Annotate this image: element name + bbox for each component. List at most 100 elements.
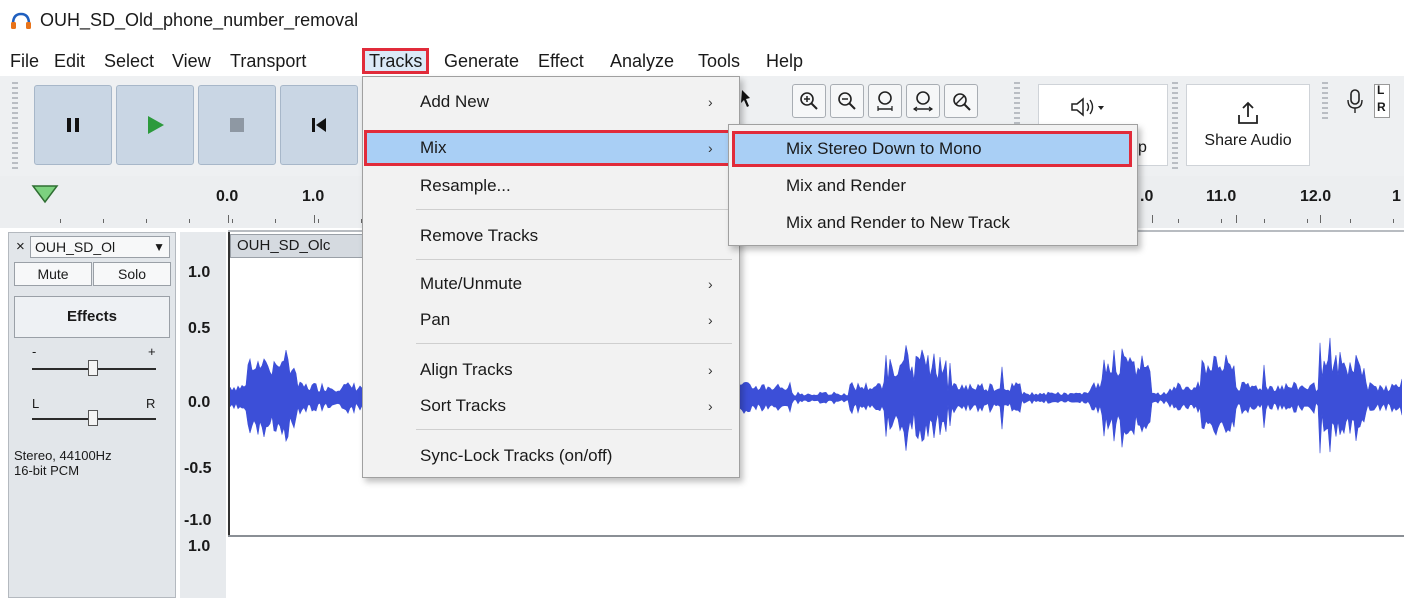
menu-item-mute-unmute[interactable]: Mute/Unmute › — [364, 266, 738, 302]
microphone-icon[interactable] — [1346, 88, 1364, 114]
chevron-right-icon: › — [708, 398, 713, 414]
ruler-minor-tick — [1264, 219, 1265, 223]
menu-item-label: Align Tracks — [420, 360, 513, 379]
menu-item-label: Mix and Render to New Track — [786, 213, 1010, 232]
vruler-label: 0.0 — [188, 394, 211, 411]
ruler-minor-tick — [189, 219, 190, 223]
skip-to-start-icon — [312, 118, 326, 132]
clip-name[interactable]: OUH_SD_Olc — [230, 234, 370, 258]
track-name: OUH_SD_Ol — [35, 239, 116, 255]
vruler-label: 1.0 — [188, 264, 211, 281]
zoom-out-button[interactable] — [830, 84, 864, 118]
toolbar-grip[interactable] — [12, 82, 18, 170]
menu-item-label: Mute/Unmute — [420, 274, 523, 293]
ruler-minor-tick — [1178, 219, 1179, 223]
menu-item-label: Resample... — [420, 176, 511, 195]
skip-to-start-button[interactable] — [280, 85, 358, 165]
menu-separator — [416, 343, 732, 344]
window-title: OUH_SD_Old_phone_number_removal — [40, 10, 359, 30]
toolbar-grip[interactable] — [1322, 82, 1328, 122]
fit-project-button[interactable] — [906, 84, 940, 118]
ruler-minor-tick — [103, 219, 104, 223]
share-audio-label: Share Audio — [1204, 132, 1292, 149]
menu-item-pan[interactable]: Pan › — [364, 302, 738, 338]
menu-item-label: Sort Tracks — [420, 396, 506, 415]
play-button[interactable] — [116, 85, 194, 165]
menu-item-remove-tracks[interactable]: Remove Tracks — [364, 218, 738, 254]
menu-item-sync-lock-tracks[interactable]: Sync-Lock Tracks (on/off) — [364, 438, 738, 474]
menu-item-label: Mix Stereo Down to Mono — [786, 139, 982, 158]
menu-effect[interactable]: Effect — [538, 48, 584, 74]
fit-selection-button[interactable] — [868, 84, 902, 118]
meter-label-right: R — [1377, 100, 1386, 114]
menu-item-mix-stereo-down-to-mono[interactable]: Mix Stereo Down to Mono — [732, 131, 1132, 167]
menu-item-label: Add New — [420, 92, 489, 111]
menu-item-add-new[interactable]: Add New › — [364, 84, 738, 120]
zoom-toggle-icon — [953, 93, 971, 111]
close-track-icon[interactable]: × — [16, 238, 25, 255]
menu-item-mix[interactable]: Mix › — [364, 130, 738, 166]
toolbar-grip[interactable] — [1172, 82, 1178, 170]
menu-item-label: Pan — [420, 310, 451, 329]
menu-edit[interactable]: Edit — [54, 48, 85, 74]
chevron-right-icon: › — [708, 312, 713, 328]
ruler-major-tick — [1152, 215, 1153, 223]
ruler-major-tick — [1320, 215, 1321, 223]
menu-generate[interactable]: Generate — [444, 48, 519, 74]
channel-divider — [228, 535, 1404, 537]
menu-item-mix-and-render[interactable]: Mix and Render — [732, 168, 1132, 204]
solo-button[interactable]: Solo — [93, 262, 171, 286]
headphones-icon — [11, 12, 31, 29]
effects-button[interactable]: Effects — [14, 296, 170, 338]
chevron-right-icon: › — [708, 140, 713, 156]
menu-item-sort-tracks[interactable]: Sort Tracks › — [364, 388, 738, 424]
pan-right-label: R — [146, 396, 156, 411]
menu-tools[interactable]: Tools — [698, 48, 740, 74]
menu-tracks[interactable]: Tracks — [362, 48, 430, 74]
ruler-minor-tick — [146, 219, 147, 223]
ruler-minor-tick — [1221, 219, 1222, 223]
multi-tool-icon[interactable] — [738, 88, 756, 110]
speaker-icon — [1071, 97, 1104, 117]
chevron-right-icon: › — [708, 276, 713, 292]
menu-item-mix-and-render-to-new-track[interactable]: Mix and Render to New Track — [732, 205, 1132, 241]
menu-separator — [416, 259, 732, 260]
track-name-menu[interactable]: OUH_SD_Ol ▼ — [30, 236, 170, 258]
ruler-minor-tick — [1350, 219, 1351, 223]
menu-item-align-tracks[interactable]: Align Tracks › — [364, 352, 738, 388]
chevron-down-icon: ▼ — [153, 240, 165, 254]
menu-item-resample[interactable]: Resample... — [364, 168, 738, 204]
menu-view[interactable]: View — [172, 48, 211, 74]
audio-setup-label: p — [1138, 139, 1147, 156]
zoom-in-button[interactable] — [792, 84, 826, 118]
ruler-tick-label: 1.0 — [302, 188, 325, 205]
ruler-minor-tick — [1393, 219, 1394, 223]
menu-transport[interactable]: Transport — [230, 48, 306, 74]
fit-project-icon — [912, 91, 934, 112]
pan-slider-thumb[interactable] — [88, 410, 98, 426]
mute-button[interactable]: Mute — [14, 262, 92, 286]
stop-button[interactable] — [198, 85, 276, 165]
menu-item-label: Mix — [420, 138, 447, 157]
chevron-right-icon: › — [708, 94, 713, 110]
pause-icon — [67, 118, 79, 132]
zoom-in-icon — [800, 92, 818, 110]
zoom-toggle-button[interactable] — [944, 84, 978, 118]
ruler-tick-label: 12.0 — [1300, 188, 1332, 205]
chevron-right-icon: › — [708, 362, 713, 378]
ruler-minor-tick — [1307, 219, 1308, 223]
menu-analyze[interactable]: Analyze — [610, 48, 674, 74]
pause-button[interactable] — [34, 85, 112, 165]
menu-select[interactable]: Select — [104, 48, 154, 74]
menu-file[interactable]: File — [10, 48, 39, 74]
ruler-major-tick — [314, 215, 315, 223]
menu-help[interactable]: Help — [766, 48, 803, 74]
ruler-minor-tick — [275, 219, 276, 223]
share-audio-button[interactable]: Share Audio — [1186, 84, 1310, 166]
gain-slider-thumb[interactable] — [88, 360, 98, 376]
ruler-minor-tick — [60, 219, 61, 223]
ruler-tick-label: 0.0 — [216, 188, 239, 205]
share-icon — [1238, 101, 1258, 124]
play-head-icon[interactable] — [30, 183, 60, 205]
ruler-tick-label: 1 — [1392, 188, 1401, 205]
